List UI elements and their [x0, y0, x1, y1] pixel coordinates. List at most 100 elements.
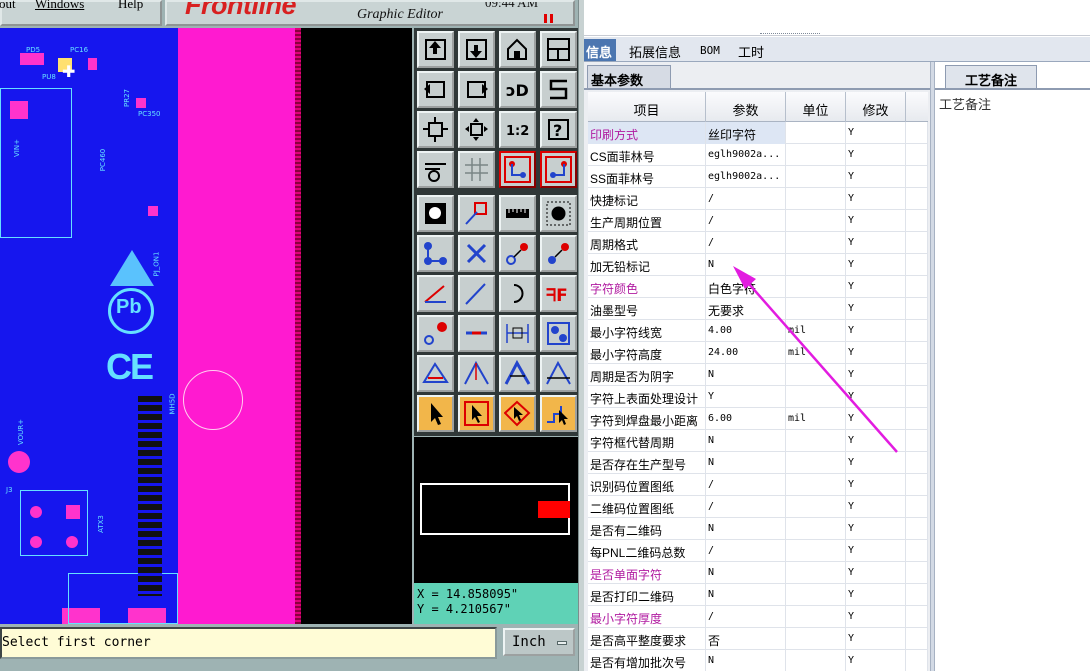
- table-row[interactable]: 周期是否为阴字 N Y: [588, 364, 928, 386]
- tab-hours[interactable]: 工时: [738, 39, 764, 61]
- cell-value[interactable]: /: [706, 496, 786, 518]
- align-right-icon[interactable]: [458, 71, 495, 108]
- cell-modify[interactable]: Y: [846, 210, 906, 232]
- table-row[interactable]: 是否有二维码 N Y: [588, 518, 928, 540]
- cell-value[interactable]: /: [706, 606, 786, 628]
- units-dropdown[interactable]: Inch: [503, 628, 575, 656]
- tab-info[interactable]: 信息: [584, 39, 617, 61]
- cell-value[interactable]: /: [706, 232, 786, 254]
- connect-icon[interactable]: [499, 235, 536, 272]
- table-row[interactable]: SS面菲林号 eglh9002a... Y: [588, 166, 928, 188]
- tab-bom[interactable]: BOM: [700, 39, 720, 61]
- design-canvas[interactable]: Pb CE ✚ PC16 PU8 PD5 PR27 PC350 VIN+ PC4…: [0, 28, 412, 624]
- cell-value[interactable]: 丝印字符: [706, 122, 786, 144]
- cell-value[interactable]: N: [706, 650, 786, 671]
- cell-modify[interactable]: Y: [846, 320, 906, 342]
- cell-value[interactable]: 白色字符: [706, 276, 786, 298]
- cell-modify[interactable]: Y: [846, 518, 906, 540]
- cell-value[interactable]: N: [706, 452, 786, 474]
- cell-modify[interactable]: Y: [846, 188, 906, 210]
- tab-extended-info[interactable]: 拓展信息: [629, 39, 681, 61]
- table-row[interactable]: 周期格式 / Y: [588, 232, 928, 254]
- tab-process-notes[interactable]: 工艺备注: [945, 65, 1037, 89]
- pad-icon[interactable]: [417, 195, 454, 232]
- table-row[interactable]: 是否打印二维码 N Y: [588, 584, 928, 606]
- cell-modify[interactable]: Y: [846, 606, 906, 628]
- select-box-icon[interactable]: [458, 395, 495, 432]
- table-row[interactable]: 快捷标记 / Y: [588, 188, 928, 210]
- cell-value[interactable]: Y: [706, 386, 786, 408]
- cell-value[interactable]: /: [706, 188, 786, 210]
- cell-value[interactable]: N: [706, 518, 786, 540]
- cell-value[interactable]: /: [706, 474, 786, 496]
- cell-value[interactable]: N: [706, 254, 786, 276]
- line-pad-icon[interactable]: [458, 195, 495, 232]
- cell-value[interactable]: /: [706, 540, 786, 562]
- cell-modify[interactable]: Y: [846, 584, 906, 606]
- dimension-icon[interactable]: [499, 315, 536, 352]
- cell-modify[interactable]: Y: [846, 562, 906, 584]
- move-up-icon[interactable]: [417, 31, 454, 68]
- ratio-icon[interactable]: 1:2: [499, 111, 536, 148]
- cell-modify[interactable]: Y: [846, 496, 906, 518]
- table-row[interactable]: 最小字符线宽 4.00 mil Y: [588, 320, 928, 342]
- cell-value[interactable]: N: [706, 364, 786, 386]
- table-row[interactable]: 二维码位置图纸 / Y: [588, 496, 928, 518]
- move-down-icon[interactable]: [458, 31, 495, 68]
- route-icon[interactable]: [540, 235, 577, 272]
- cell-modify[interactable]: Y: [846, 254, 906, 276]
- table-row[interactable]: 是否存在生产型号 N Y: [588, 452, 928, 474]
- overview-panel[interactable]: [414, 437, 578, 583]
- table-row[interactable]: 每PNL二维码总数 / Y: [588, 540, 928, 562]
- cell-modify[interactable]: Y: [846, 540, 906, 562]
- table-row[interactable]: 是否高平整度要求否 Y: [588, 628, 928, 650]
- net-icon[interactable]: [417, 235, 454, 272]
- cell-value[interactable]: 6.00: [706, 408, 786, 430]
- menu-item-windows[interactable]: Windows: [35, 0, 84, 12]
- undo-icon[interactable]: ↄD: [499, 71, 536, 108]
- table-row[interactable]: 字符框代替周期 N Y: [588, 430, 928, 452]
- triangle-c-icon[interactable]: [499, 355, 536, 392]
- segment-icon[interactable]: [458, 315, 495, 352]
- grid-icon[interactable]: [458, 151, 495, 188]
- settings-icon[interactable]: [417, 151, 454, 188]
- cell-value[interactable]: 24.00: [706, 342, 786, 364]
- cell-modify[interactable]: Y: [846, 122, 906, 144]
- diag-line-icon[interactable]: [458, 275, 495, 312]
- table-row[interactable]: 是否单面字符 N Y: [588, 562, 928, 584]
- table-row[interactable]: 识别码位置图纸 / Y: [588, 474, 928, 496]
- menu-item-out[interactable]: out: [0, 0, 16, 12]
- cell-modify[interactable]: Y: [846, 144, 906, 166]
- cell-modify[interactable]: Y: [846, 452, 906, 474]
- table-row[interactable]: 字符颜色 白色字符 Y: [588, 276, 928, 298]
- measure-icon[interactable]: [499, 195, 536, 232]
- cell-value[interactable]: N: [706, 430, 786, 452]
- select-net-icon[interactable]: [499, 395, 536, 432]
- zoom-icon[interactable]: [458, 111, 495, 148]
- cell-modify[interactable]: Y: [846, 474, 906, 496]
- text-icon[interactable]: ᖷF: [540, 275, 577, 312]
- column-header-unit[interactable]: 单位: [786, 92, 846, 122]
- cell-modify[interactable]: Y: [846, 430, 906, 452]
- layer-a-icon[interactable]: [499, 151, 536, 188]
- align-left-icon[interactable]: [417, 71, 454, 108]
- table-row[interactable]: 字符到焊盘最小距离 6.00 mil Y: [588, 408, 928, 430]
- cell-modify[interactable]: Y: [846, 628, 906, 650]
- arc-icon[interactable]: [499, 275, 536, 312]
- table-row[interactable]: 最小字符高度 24.00 mil Y: [588, 342, 928, 364]
- table-row[interactable]: 印刷方式 丝印字符 Y: [588, 122, 928, 144]
- menu-item-help[interactable]: Help: [118, 0, 143, 12]
- cell-value[interactable]: N: [706, 584, 786, 606]
- table-row[interactable]: 是否有增加批次号 N Y: [588, 650, 928, 671]
- fit-icon[interactable]: [417, 111, 454, 148]
- column-header-item[interactable]: 项目: [588, 92, 706, 122]
- pause-icon[interactable]: [544, 14, 554, 23]
- via-icon[interactable]: [417, 315, 454, 352]
- cell-value[interactable]: 否: [706, 628, 786, 650]
- cell-value[interactable]: N: [706, 562, 786, 584]
- table-row[interactable]: 加无铅标记 N Y: [588, 254, 928, 276]
- cell-value[interactable]: 无要求: [706, 298, 786, 320]
- component-icon[interactable]: [540, 315, 577, 352]
- cross-icon[interactable]: [458, 235, 495, 272]
- cell-modify[interactable]: Y: [846, 166, 906, 188]
